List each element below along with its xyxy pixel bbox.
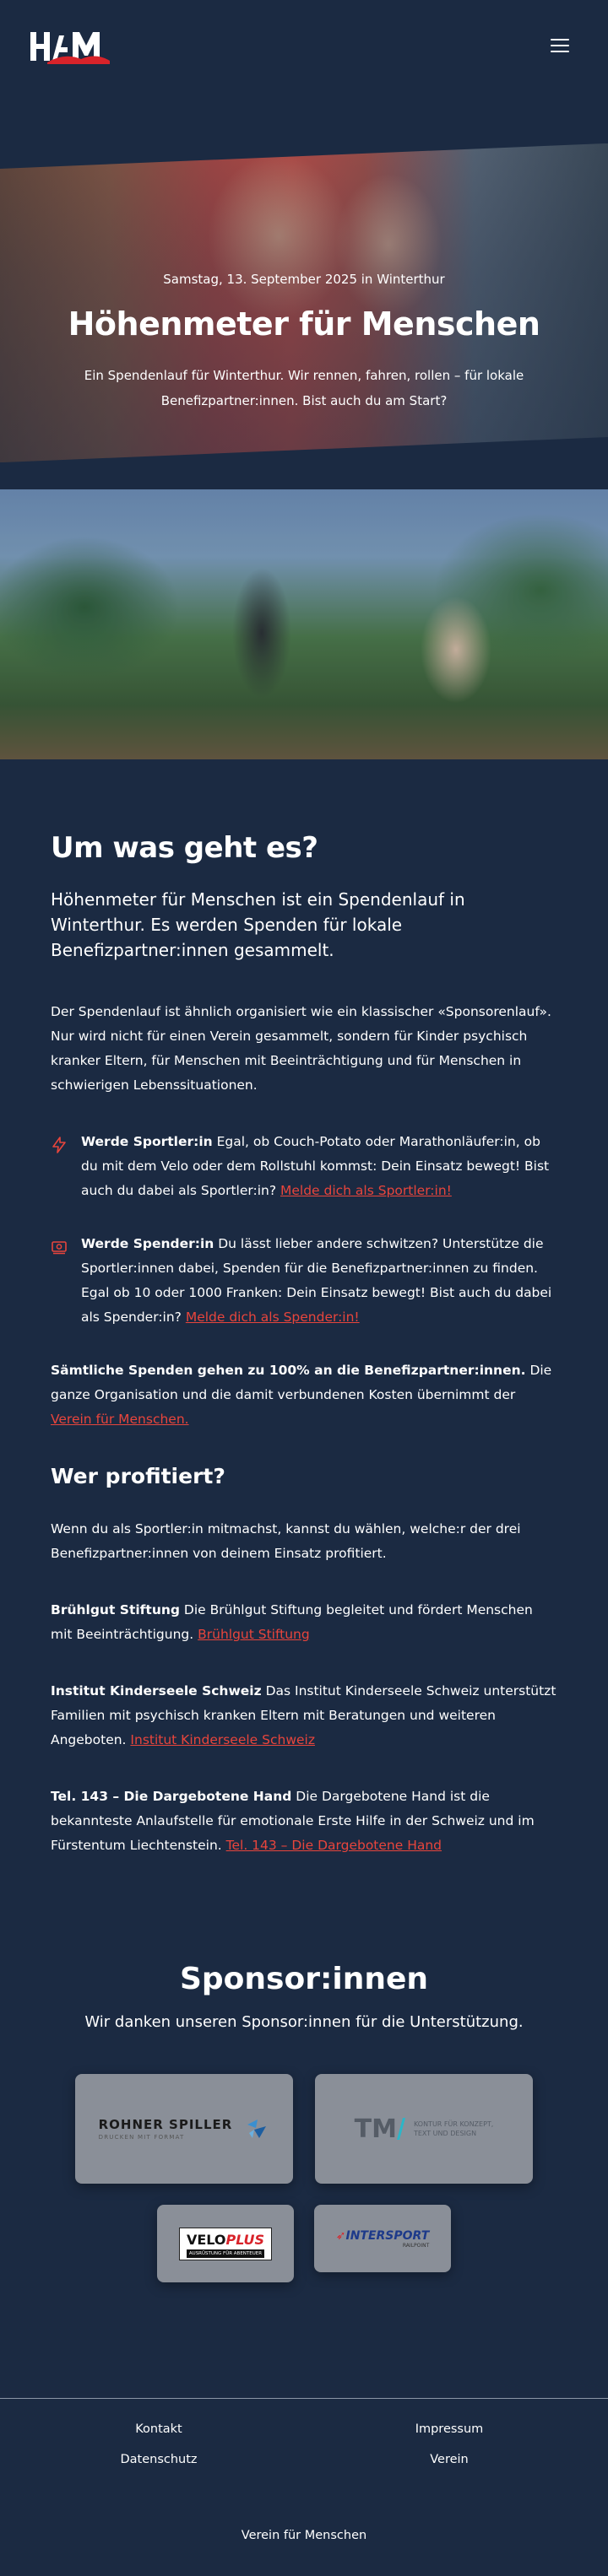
hero-title: Höhenmeter für Menschen [68, 305, 540, 343]
sponsor-veloplus[interactable]: VELOPLUS AUSRÜSTUNG FÜR ABENTEUER [157, 2205, 294, 2282]
runners-photo [0, 489, 608, 759]
hamburger-icon [551, 39, 569, 41]
donation-note: Sämtliche Spenden gehen zu 100% an die B… [51, 1358, 557, 1432]
sponsor-rohner-spiller[interactable]: ROHNER SPILLER DRUCKEN MIT FORMAT [75, 2074, 293, 2184]
donation-note-bold: Sämtliche Spenden gehen zu 100% an die B… [51, 1363, 526, 1378]
sponsor-mark: TM [354, 2114, 397, 2144]
lightning-icon [52, 1137, 66, 1153]
money-icon [52, 1241, 67, 1255]
athlete-heading: Werde Sportler:in [81, 1134, 213, 1149]
beneficiary-link-bruehlgut[interactable]: Brühlgut Stiftung [198, 1627, 310, 1642]
intersport-mark-icon: ➶ [335, 2228, 346, 2243]
athlete-block: Werde Sportler:in Egal, ob Couch-Potato … [51, 1130, 557, 1203]
beneficiary-name: Tel. 143 – Die Dargebotene Hand [51, 1789, 292, 1804]
hero-section: Samstag, 13. September 2025 in Winterthu… [0, 143, 608, 462]
hero-content: Samstag, 13. September 2025 in Winterthu… [0, 272, 608, 413]
sponsors-section: Sponsor:innen Wir danken unseren Sponsor… [0, 1962, 608, 2282]
verein-link[interactable]: Verein für Menschen. [51, 1412, 189, 1427]
beneficiaries-title: Wer profitiert? [51, 1464, 225, 1488]
hero-subtitle: Ein Spendenlauf für Winterthur. Wir renn… [84, 368, 524, 408]
sponsors-subtitle: Wir danken unseren Sponsor:innen für die… [84, 2013, 524, 2031]
menu-button[interactable] [551, 39, 569, 52]
tm-slash-icon [396, 2118, 405, 2140]
site-footer: Kontakt Datenschutz Impressum Verein Ver… [0, 2398, 608, 2576]
sponsor-tagline: KONTUR FÜR KONZEPT, [413, 2120, 494, 2128]
about-lead: Höhenmeter für Menschen ist ein Spendenl… [51, 889, 465, 960]
sponsor-intersport[interactable]: ➶INTERSPORT RAILPOINT [314, 2205, 451, 2272]
sponsors-title: Sponsor:innen [179, 1962, 428, 1996]
sponsor-name: ROHNER SPILLER [98, 2117, 233, 2132]
footer-link-impressum[interactable]: Impressum [290, 2422, 608, 2436]
donor-block: Werde Spender:in Du lässt lieber andere … [51, 1232, 557, 1330]
beneficiary-item: Institut Kinderseele Schweiz Das Institu… [51, 1679, 557, 1752]
beneficiary-name: Brühlgut Stiftung [51, 1602, 180, 1617]
footer-link-kontakt[interactable]: Kontakt [0, 2422, 318, 2436]
beneficiary-link-kinderseele[interactable]: Institut Kinderseele Schweiz [130, 1732, 315, 1747]
donor-signup-link[interactable]: Melde dich als Spender:in! [186, 1310, 360, 1325]
footer-link-verein[interactable]: Verein [290, 2453, 608, 2466]
footer-link-datenschutz[interactable]: Datenschutz [0, 2453, 318, 2466]
athlete-signup-link[interactable]: Melde dich als Sportler:in! [280, 1183, 452, 1198]
beneficiaries-intro: Wenn du als Sportler:in mitmachst, kanns… [51, 1521, 521, 1561]
sponsor-tagline: AUSRÜSTUNG FÜR ABENTEUER [186, 2249, 265, 2258]
site-logo[interactable] [30, 27, 111, 64]
beneficiary-item: Brühlgut Stiftung Die Brühlgut Stiftung … [51, 1598, 557, 1647]
donor-heading: Werde Spender:in [81, 1236, 214, 1251]
logo-icon [30, 32, 110, 64]
about-intro: Der Spendenlauf ist ähnlich organisiert … [51, 1004, 551, 1093]
footer-copyright: Verein für Menschen [241, 2529, 367, 2542]
beneficiary-link-143[interactable]: Tel. 143 – Die Dargebotene Hand [226, 1838, 442, 1853]
event-date: Samstag, 13. September 2025 in Winterthu… [163, 272, 445, 287]
beneficiary-name: Institut Kinderseele Schweiz [51, 1683, 262, 1698]
site-header [0, 0, 608, 143]
sponsor-name-accent: PLUS [225, 2231, 265, 2248]
sponsor-name: INTERSPORT [345, 2228, 430, 2243]
sponsor-name: VELO [186, 2231, 226, 2248]
main-content: Um was geht es? Höhenmeter für Menschen … [51, 831, 557, 1890]
sponsor-tagline: RAILPOINT [402, 2242, 430, 2249]
sponsor-tagline: TEXT UND DESIGN [413, 2130, 477, 2137]
sponsor-tagline: DRUCKEN MIT FORMAT [98, 2134, 185, 2141]
sponsor-tm[interactable]: TM KONTUR FÜR KONZEPT, TEXT UND DESIGN [315, 2074, 533, 2184]
about-title: Um was geht es? [51, 831, 318, 865]
rohner-logo-icon [247, 2120, 267, 2138]
beneficiary-item: Tel. 143 – Die Dargebotene Hand Die Darg… [51, 1785, 557, 1858]
